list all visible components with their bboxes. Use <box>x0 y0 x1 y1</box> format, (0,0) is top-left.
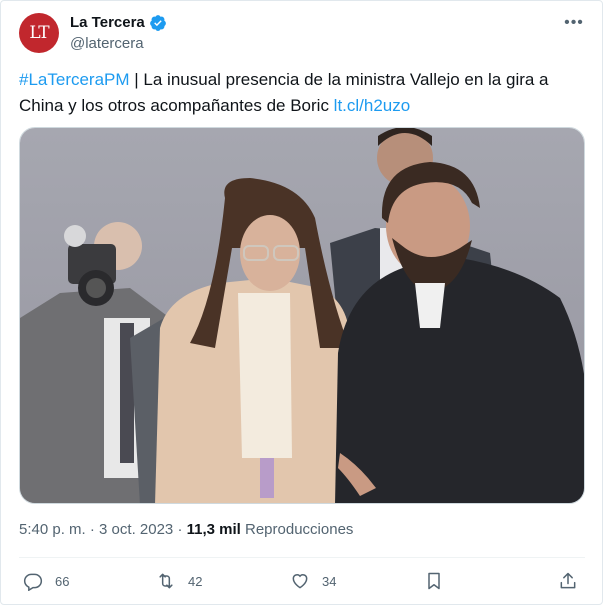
views-label: Reproducciones <box>240 521 354 538</box>
views-count: 11,3 mil <box>186 521 241 538</box>
retweet-icon <box>159 573 173 589</box>
like-count: 34 <box>322 573 337 589</box>
reply-icon <box>23 573 43 591</box>
author-name[interactable]: La Tercera <box>70 14 145 31</box>
share-button[interactable] <box>558 569 590 593</box>
bookmark-button[interactable] <box>424 569 456 593</box>
meta-separator: · <box>173 521 187 538</box>
tweet-card: LT La Tercera @latercera ••• #LaTerceraP… <box>0 0 603 605</box>
meta-separator: · <box>85 521 100 538</box>
tweet-photo[interactable] <box>19 127 585 504</box>
tweet-time[interactable]: 5:40 p. m. <box>19 521 86 538</box>
reply-count: 66 <box>55 573 70 589</box>
share-icon <box>560 572 576 589</box>
article-link[interactable]: lt.cl/h2uzo <box>334 96 411 115</box>
tweet-meta: 5:40 p. m. · 3 oct. 2023 · 11,3 mil Repr… <box>19 521 353 538</box>
verified-badge-icon <box>150 15 166 31</box>
like-button[interactable]: 34 <box>290 569 336 593</box>
author-handle[interactable]: @latercera <box>70 35 144 52</box>
retweet-count: 42 <box>188 573 203 589</box>
tweet-date[interactable]: 3 oct. 2023 <box>99 521 173 538</box>
hashtag-link[interactable]: #LaTerceraPM <box>19 70 130 89</box>
heart-icon <box>292 574 308 589</box>
reply-button[interactable]: 66 <box>23 569 69 593</box>
divider <box>19 557 585 558</box>
bookmark-icon <box>428 572 440 590</box>
more-options-icon[interactable]: ••• <box>564 13 584 33</box>
avatar-logo-text: LT <box>29 23 49 43</box>
photo-illustration <box>20 128 584 503</box>
avatar[interactable]: LT <box>19 13 59 53</box>
retweet-button[interactable]: 42 <box>156 569 202 593</box>
tweet-text: #LaTerceraPM | La inusual presencia de l… <box>19 67 579 119</box>
